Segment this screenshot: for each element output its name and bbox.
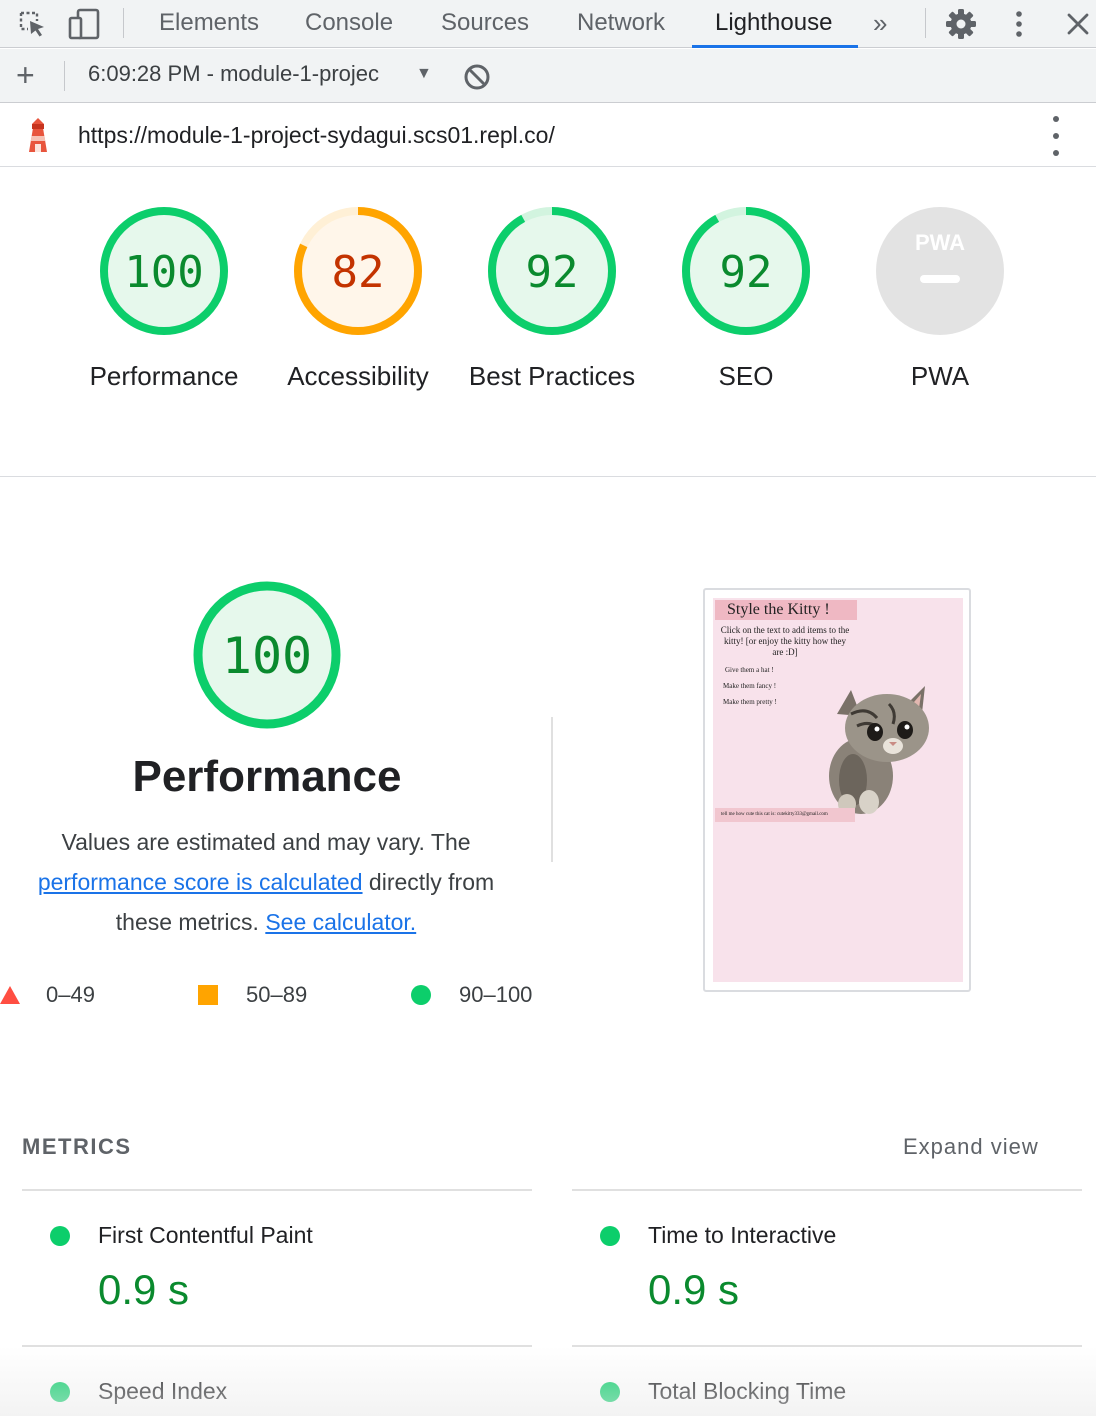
gauge-best-practices[interactable]: 92 Best Practices [456,206,648,396]
gauge-score: 82 [332,247,385,298]
add-report-button[interactable]: + [16,55,35,95]
performance-description: Values are estimated and may vary. The p… [16,822,516,942]
metric-value: 0.9 s [648,1266,740,1313]
toolbar-separator [64,61,65,91]
thumb-footer: tell me how cute this cat is: cutekitty3… [715,808,855,822]
device-toolbar-icon[interactable] [68,8,100,40]
chevron-double-right-icon[interactable]: » [873,0,887,48]
pass-dot-icon [50,1382,70,1402]
performance-gauge-large: 100 [192,580,342,735]
thumb-item: Make them pretty ! [723,698,777,706]
tab-network[interactable]: Network [577,0,665,48]
gauge-label: Accessibility [287,361,429,391]
description-text: Values are estimated and may vary. The [61,829,471,855]
metric-divider [22,1189,532,1191]
thumb-intro: Click on the text to add items to the ki… [720,625,850,657]
gauge-label: PWA [910,361,970,391]
thumb-item: Give them a hat ! [725,666,774,674]
pwa-badge-text: PWA [915,230,965,255]
expand-view-toggle[interactable]: Expand view [903,1134,1039,1160]
lighthouse-logo-icon [24,118,52,159]
gauge-accessibility[interactable]: 82 Accessibility [262,206,454,396]
legend-average: 50–89 [198,980,307,1010]
block-icon[interactable] [463,63,491,96]
gauge-ring: 100 [100,207,228,335]
legend-range: 0–49 [46,982,95,1007]
legend-range: 90–100 [459,982,533,1007]
legend-range: 50–89 [246,982,308,1007]
performance-title: Performance [132,752,402,801]
gauge-label: SEO [718,361,774,391]
metric-label: First Contentful Paint [98,1222,313,1248]
report-url[interactable]: https://module-1-project-sydagui.scs01.r… [78,122,555,149]
kitten-image [829,686,929,814]
vertical-divider [551,717,553,862]
gauge-score: 100 [124,247,203,298]
final-screenshot-thumbnail[interactable]: Style the Kitty ! Click on the text to a… [703,588,971,992]
chevron-down-icon[interactable]: ▼ [416,65,432,83]
metric-divider [22,1345,532,1347]
score-calculated-link[interactable]: performance score is calculated [38,869,363,895]
pwa-badge-icon: PWA [876,207,1004,335]
metric-label: Speed Index [98,1378,228,1404]
section-divider [0,476,1096,477]
see-calculator-link[interactable]: See calculator. [265,909,416,935]
gauge-label: Best Practices [468,361,636,391]
metric-label: Time to Interactive [648,1222,837,1248]
inspect-element-icon[interactable] [16,8,48,40]
thumb-item: Make them fancy ! [723,682,777,690]
tab-console[interactable]: Console [305,0,393,48]
gauge-ring: 92 [682,207,810,335]
pass-dot-icon [50,1226,70,1246]
report-selector[interactable]: 6:09:28 PM - module-1-projec [88,61,410,87]
metric-divider [572,1345,1082,1347]
gauge-pwa[interactable]: PWA PWA [844,206,1036,396]
tab-sources[interactable]: Sources [441,0,529,48]
toolbar-separator [123,8,124,38]
square-icon [198,985,218,1005]
pass-dot-icon [600,1226,620,1246]
kebab-menu-icon[interactable] [1046,116,1066,156]
gauge-score: 100 [222,627,312,685]
legend-fail: 0–49 [0,980,95,1010]
kebab-menu-icon[interactable] [1003,8,1035,40]
gauge-label: Performance [89,361,239,391]
circle-icon [411,985,431,1005]
gear-icon[interactable] [945,8,977,40]
tab-elements[interactable]: Elements [159,0,259,48]
legend-pass: 90–100 [411,980,532,1010]
metric-value: 0.9 s [98,1266,190,1313]
devtools-tab-bar: Elements Console Sources Network Lightho… [0,0,1096,48]
report-url-bar: https://module-1-project-sydagui.scs01.r… [0,104,1096,167]
pass-dot-icon [600,1382,620,1402]
metric-label: Total Blocking Time [648,1378,847,1404]
screenshot-page: Style the Kitty ! Click on the text to a… [713,598,963,982]
metrics-heading: METRICS [22,1134,132,1159]
gauge-performance[interactable]: 100 Performance [68,206,260,396]
active-tab-indicator [692,45,858,48]
triangle-icon [0,986,20,1004]
thumb-title: Style the Kitty ! [715,600,857,620]
lighthouse-toolbar: + 6:09:28 PM - module-1-projec ▼ [0,49,1096,103]
tab-lighthouse[interactable]: Lighthouse [715,0,832,48]
gauge-ring: 92 [488,207,616,335]
gauge-ring: 100 [193,581,341,729]
metric-divider [572,1189,1082,1191]
gauge-score: 92 [526,247,579,298]
gauge-ring: 82 [294,207,422,335]
gauge-seo[interactable]: 92 SEO [650,206,842,396]
toolbar-separator [925,8,926,38]
close-icon[interactable] [1062,8,1094,40]
gauge-score: 92 [720,247,773,298]
